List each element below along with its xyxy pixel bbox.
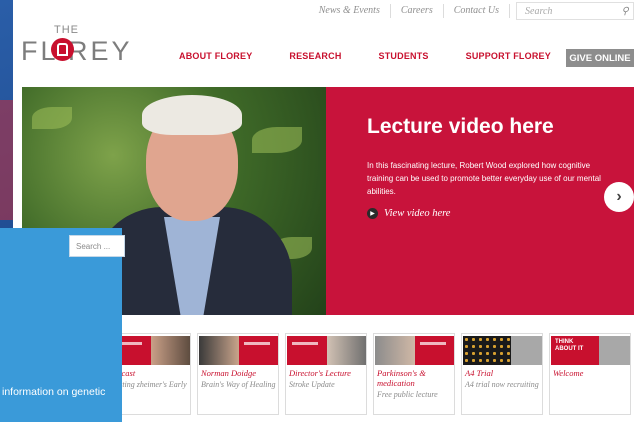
card-norman-doidge[interactable]: Norman Doidge Brain's Way of Healing [197,333,279,415]
logo-wordmark: FL REY [21,36,133,66]
card-a4-trial[interactable]: A4 Trial A4 trial now recruiting [461,333,543,415]
card-title: Parkinson's & medication [377,368,426,388]
card-subtitle: Free public lecture [377,390,438,399]
carousel-next-button[interactable]: › [604,182,634,212]
hero-content: Lecture video here In this fascinating l… [367,115,607,219]
view-video-link[interactable]: ▶ View video here [367,208,607,219]
feature-cards: odcast tecting zheimer's Early Norman Do… [109,333,634,415]
contact-us-link[interactable]: Contact Us [444,4,510,18]
card-title: Welcome [553,368,584,378]
main-nav: ABOUT FLOREY RESEARCH STUDENTS SUPPORT F… [179,51,551,61]
logo-the: THE [54,24,79,36]
card-thumbnail [111,336,190,365]
site-search-input[interactable]: Search ⚲ [516,2,634,20]
nav-students[interactable]: STUDENTS [379,51,429,61]
play-icon: ▶ [367,208,378,219]
card-directors-lecture[interactable]: Director's Lecture Stroke Update [285,333,367,415]
card-title: odcast [113,368,136,378]
desktop-window-edge [0,100,14,220]
card-thumbnail [287,336,366,365]
card-subtitle: Stroke Update [289,380,335,389]
search-icon[interactable]: ⚲ [617,6,633,17]
utility-nav: News & Events Careers Contact Us Search … [309,0,634,22]
card-subtitle: A4 trial now recruiting [465,380,539,389]
overlay-search-input[interactable]: Search ... [69,235,125,257]
logo-emblem-icon [51,38,74,61]
card-welcome[interactable]: THINK ABOUT IT Welcome [549,333,631,415]
florey-logo[interactable]: THE FL REY [21,24,133,68]
card-title: A4 Trial [465,368,494,378]
card-thumbnail [463,336,542,365]
overlay-text: information on genetic [2,386,106,398]
hero-title: Lecture video here [367,115,554,138]
give-online-button[interactable]: GIVE ONLINE [566,49,634,67]
nav-research[interactable]: RESEARCH [289,51,341,61]
news-events-link[interactable]: News & Events [309,4,391,18]
card-title: Director's Lecture [289,368,351,378]
hero-description: In this fascinating lecture, Robert Wood… [367,161,601,196]
think-about-it-label: THINK ABOUT IT [551,336,599,365]
nav-about-florey[interactable]: ABOUT FLOREY [179,51,252,61]
card-subtitle: Brain's Way of Healing [201,380,276,389]
card-thumbnail [199,336,278,365]
card-thumbnail [375,336,454,365]
overlay-window: Search ... information on genetic [0,228,125,422]
card-subtitle: tecting zheimer's Early [113,380,187,389]
view-video-label: View video here [384,208,451,219]
card-thumbnail: THINK ABOUT IT [551,336,630,365]
careers-link[interactable]: Careers [391,4,444,18]
nav-support-florey[interactable]: SUPPORT FLOREY [466,51,551,61]
card-parkinsons[interactable]: Parkinson's & medication Free public lec… [373,333,455,415]
site-search-placeholder: Search [525,5,553,17]
card-title: Norman Doidge [201,368,257,378]
